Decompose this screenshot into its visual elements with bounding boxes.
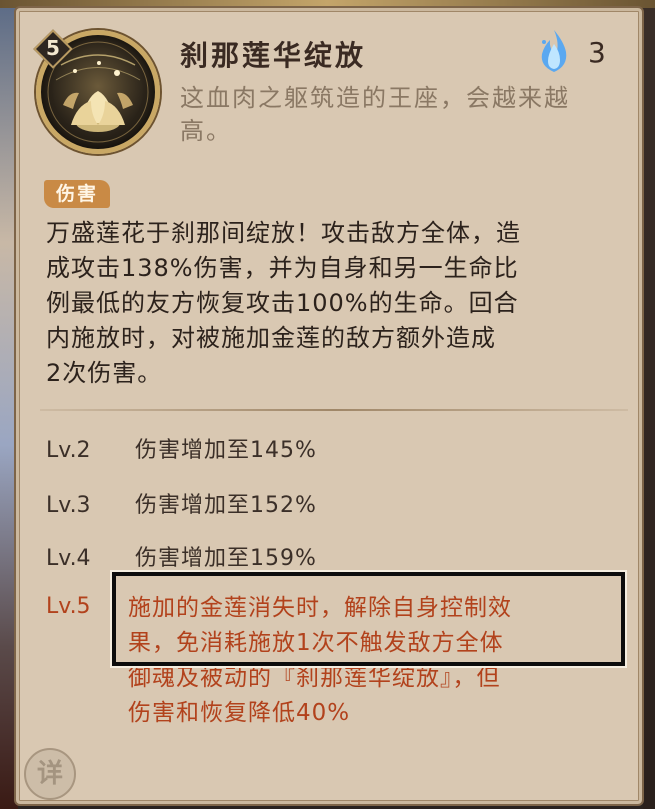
game-background-right — [643, 0, 655, 809]
level-effect: 伤害增加至145% — [135, 438, 317, 463]
level-effect: 伤害增加至159% — [135, 546, 317, 571]
level-label: Lv.3 — [46, 493, 91, 518]
skill-level: 5 — [46, 36, 60, 60]
detail-button[interactable]: 详 — [24, 748, 76, 800]
skill-cost: 3 — [588, 36, 606, 69]
level-row-3: Lv.3 伤害增加至152% — [46, 487, 626, 519]
skill-flavor-text: 这血肉之躯筑造的王座，会越来越高。 — [180, 84, 570, 145]
description-line: 万盛莲花于刹那间绽放！攻击敌方全体，造 — [46, 219, 521, 247]
skill-title: 刹那莲华绽放 — [180, 39, 367, 72]
level-label: Lv.4 — [46, 546, 91, 571]
description-line: 成攻击138%伤害，并为自身和另一生命比 — [46, 254, 519, 282]
level-label: Lv.2 — [46, 438, 91, 463]
highlight-box — [110, 570, 627, 668]
blue-flame-icon — [534, 28, 574, 74]
skill-level-badge: 5 — [33, 29, 73, 69]
level-row-4: Lv.4 伤害增加至159% — [46, 540, 626, 572]
description-line: 内施放时，对被施加金莲的敌方额外造成 — [46, 324, 496, 352]
lv5-line: 御魂及被动的『刹那莲华绽放』，但 — [128, 665, 501, 691]
level-label: Lv.5 — [46, 594, 91, 619]
lv5-line: 伤害和恢复降低40% — [128, 700, 351, 726]
level-effect: 伤害增加至152% — [135, 493, 317, 518]
damage-tag: 伤害 — [44, 180, 110, 208]
skill-description: 万盛莲花于刹那间绽放！攻击敌方全体，造 成攻击138%伤害，并为自身和另一生命比… — [46, 216, 631, 391]
description-line: 2次伤害。 — [46, 359, 163, 387]
description-line: 例最低的友方恢复攻击100%的生命。回合 — [46, 289, 519, 317]
level-row-2: Lv.2 伤害增加至145% — [46, 432, 626, 464]
divider — [40, 409, 628, 411]
